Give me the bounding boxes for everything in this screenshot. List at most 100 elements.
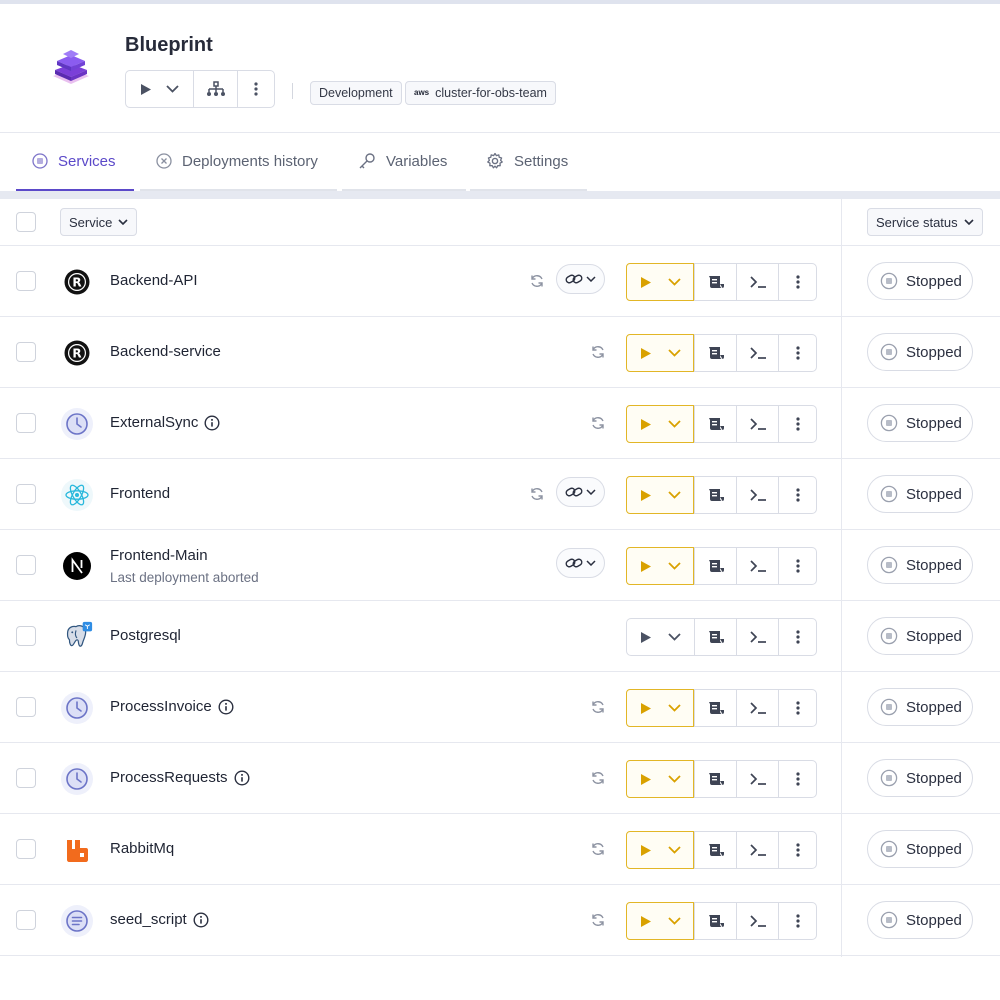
chevron-down-icon[interactable] — [667, 846, 681, 854]
status-badge[interactable]: Stopped — [867, 475, 973, 513]
terminal-button[interactable] — [736, 406, 778, 442]
logs-button[interactable] — [694, 548, 736, 584]
chevron-down-icon[interactable] — [667, 349, 681, 357]
logs-button[interactable] — [694, 406, 736, 442]
row-checkbox[interactable] — [16, 555, 36, 575]
chevron-down-icon[interactable] — [667, 420, 681, 428]
terminal-button[interactable] — [736, 761, 778, 797]
terminal-button[interactable] — [736, 264, 778, 300]
service-more-button[interactable] — [778, 477, 816, 513]
terminal-button[interactable] — [736, 477, 778, 513]
chevron-down-icon[interactable] — [667, 278, 681, 286]
chevron-down-icon[interactable] — [667, 491, 681, 499]
service-name[interactable]: Postgresql — [110, 627, 181, 644]
logs-button[interactable] — [694, 335, 736, 371]
row-checkbox[interactable] — [16, 484, 36, 504]
chevron-down-icon[interactable] — [667, 775, 681, 783]
row-checkbox[interactable] — [16, 271, 36, 291]
terminal-button[interactable] — [736, 619, 778, 655]
logs-button[interactable] — [694, 619, 736, 655]
deploy-button[interactable] — [626, 476, 694, 514]
chevron-down-icon[interactable] — [166, 85, 179, 93]
tab-services[interactable]: Services — [16, 133, 134, 191]
service-name[interactable]: Frontend-Main — [110, 547, 208, 564]
service-status-filter-button[interactable]: Service status — [867, 208, 983, 236]
chevron-down-icon[interactable] — [667, 917, 681, 925]
row-checkbox[interactable] — [16, 768, 36, 788]
status-badge[interactable]: Stopped — [867, 688, 973, 726]
status-badge[interactable]: Stopped — [867, 901, 973, 939]
deploy-button[interactable] — [626, 334, 694, 372]
terminal-button[interactable] — [736, 335, 778, 371]
terminal-button[interactable] — [736, 690, 778, 726]
logs-button[interactable] — [694, 832, 736, 868]
deploy-button[interactable] — [626, 902, 694, 940]
links-dropdown-button[interactable] — [556, 477, 605, 507]
status-badge[interactable]: Stopped — [867, 617, 973, 655]
status-badge[interactable]: Stopped — [867, 546, 973, 584]
project-more-button[interactable] — [238, 71, 274, 107]
table-row[interactable]: ProcessRequests Stopped — [0, 743, 1000, 814]
status-badge[interactable]: Stopped — [867, 404, 973, 442]
service-name[interactable]: Backend-service — [110, 343, 221, 360]
terminal-button[interactable] — [736, 832, 778, 868]
deploy-button[interactable] — [626, 263, 694, 301]
tab-deployments-history[interactable]: Deployments history — [140, 133, 337, 191]
tab-variables[interactable]: Variables — [342, 133, 466, 191]
service-more-button[interactable] — [778, 761, 816, 797]
tab-settings[interactable]: Settings — [470, 133, 587, 191]
table-row[interactable]: Frontend Stopped — [0, 459, 1000, 530]
table-row[interactable]: ExternalSync Stopped — [0, 388, 1000, 459]
info-icon[interactable] — [218, 698, 234, 715]
row-checkbox[interactable] — [16, 697, 36, 717]
table-row[interactable]: Frontend-Main Last deployment aborted Stop… — [0, 530, 1000, 601]
row-checkbox[interactable] — [16, 342, 36, 362]
table-row[interactable]: RabbitMq Stopped — [0, 814, 1000, 885]
row-checkbox[interactable] — [16, 413, 36, 433]
row-checkbox[interactable] — [16, 910, 36, 930]
info-icon[interactable] — [193, 911, 209, 928]
info-icon[interactable] — [204, 414, 220, 431]
service-name[interactable]: seed_script — [110, 911, 209, 928]
service-name[interactable]: Backend-API — [110, 272, 198, 289]
terminal-button[interactable] — [736, 903, 778, 939]
table-row[interactable]: Postgresql Stopped — [0, 601, 1000, 672]
deploy-button[interactable] — [626, 689, 694, 727]
status-badge[interactable]: Stopped — [867, 333, 973, 371]
service-more-button[interactable] — [778, 264, 816, 300]
logs-button[interactable] — [694, 903, 736, 939]
status-badge[interactable]: Stopped — [867, 262, 973, 300]
topology-button[interactable] — [194, 71, 238, 107]
deploy-button[interactable] — [626, 405, 694, 443]
service-sort-button[interactable]: Service — [60, 208, 138, 236]
service-more-button[interactable] — [778, 832, 816, 868]
chevron-down-icon[interactable] — [667, 562, 681, 570]
service-name[interactable]: ProcessInvoice — [110, 698, 234, 715]
chevron-down-icon[interactable] — [667, 704, 681, 712]
service-name[interactable]: ProcessRequests — [110, 769, 250, 786]
status-badge[interactable]: Stopped — [867, 830, 973, 868]
status-badge[interactable]: Stopped — [867, 759, 973, 797]
table-row[interactable]: ProcessInvoice Stopped — [0, 672, 1000, 743]
logs-button[interactable] — [694, 761, 736, 797]
terminal-button[interactable] — [736, 548, 778, 584]
table-row[interactable]: R Backend-API Stopped — [0, 246, 1000, 317]
logs-button[interactable] — [694, 690, 736, 726]
deploy-all-button[interactable] — [126, 71, 194, 107]
info-icon[interactable] — [234, 769, 250, 786]
deploy-button[interactable] — [626, 760, 694, 798]
select-all-checkbox[interactable] — [16, 212, 36, 232]
service-name[interactable]: Frontend — [110, 485, 170, 502]
service-name[interactable]: ExternalSync — [110, 414, 220, 431]
service-more-button[interactable] — [778, 619, 816, 655]
service-name[interactable]: RabbitMq — [110, 840, 174, 857]
service-more-button[interactable] — [778, 903, 816, 939]
service-more-button[interactable] — [778, 406, 816, 442]
links-dropdown-button[interactable] — [556, 548, 605, 578]
service-more-button[interactable] — [778, 548, 816, 584]
row-checkbox[interactable] — [16, 626, 36, 646]
table-row[interactable]: R Backend-service Stopped — [0, 317, 1000, 388]
logs-button[interactable] — [694, 477, 736, 513]
deploy-button[interactable] — [626, 547, 694, 585]
links-dropdown-button[interactable] — [556, 264, 605, 294]
